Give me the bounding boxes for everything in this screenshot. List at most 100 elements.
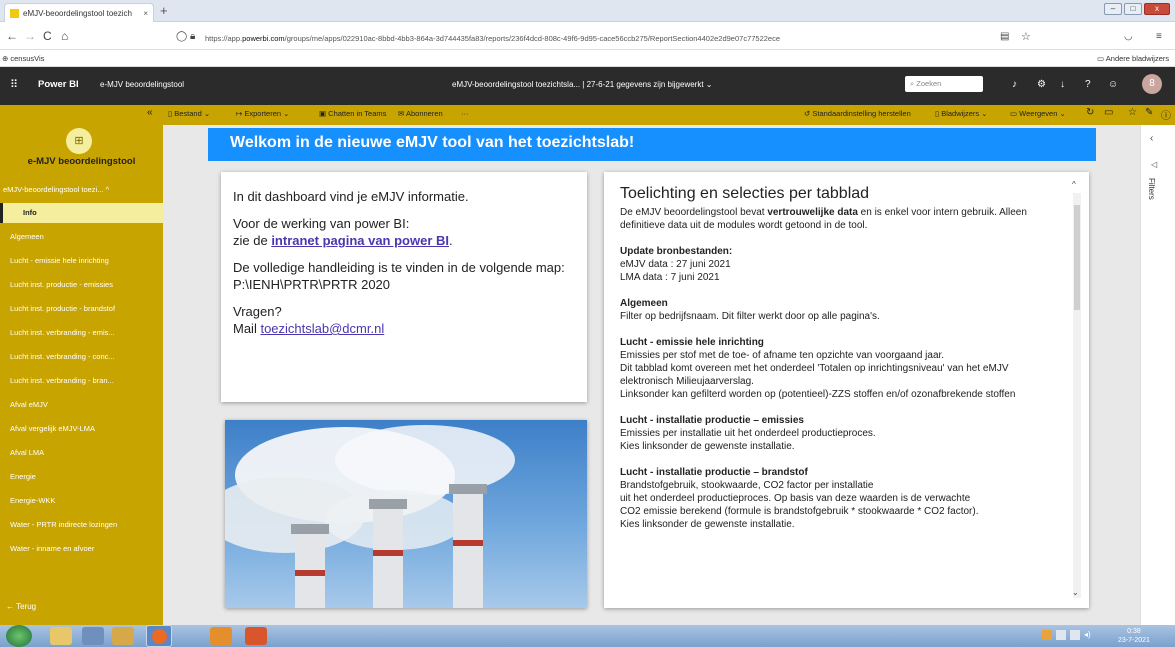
forward-icon[interactable]: → (24, 29, 36, 43)
refresh-icon[interactable]: ↻ (1086, 107, 1094, 118)
reset-default-button[interactable]: ↺ Standaardinstelling herstellen (804, 109, 911, 118)
sidebar-item[interactable]: Lucht inst. productie - emissies (0, 275, 163, 295)
section-title: Lucht - installatie productie – brandsto… (620, 467, 808, 478)
comment-icon[interactable]: ▭ (1104, 107, 1113, 118)
bookmark-item[interactable]: ⊕ censusVis (2, 54, 44, 63)
export-menu[interactable]: ↦ Exporteren ⌄ (236, 109, 289, 118)
reload-icon[interactable]: C (43, 29, 52, 43)
info-manual: De volledige handleiding is te vinden in… (233, 260, 565, 292)
collapse-nav-icon[interactable]: « (147, 107, 153, 118)
settings-gear-icon[interactable]: ⚙ (1037, 79, 1046, 90)
start-button[interactable] (6, 625, 32, 647)
explanation-intro: De eMJV beoordelingstool bevat vertrouwe… (620, 207, 1027, 231)
section-title: Lucht - emissie hele inrichting (620, 337, 764, 348)
sidebar-item[interactable]: Afval vergelijk eMJV-LMA (0, 419, 163, 439)
favorite-star-icon[interactable]: ☆ (1128, 107, 1137, 118)
sidebar-item[interactable]: Water - inname en afvoer (0, 539, 163, 559)
app-launcher-icon[interactable]: ⠿ (10, 78, 18, 91)
maximize-button[interactable]: □ (1124, 3, 1142, 15)
info-card: In dit dashboard vind je eMJV informatie… (221, 172, 587, 402)
sidebar-item[interactable]: Lucht inst. verbranding - conc... (0, 347, 163, 367)
scroll-up-icon[interactable]: ^ (1072, 180, 1076, 189)
feedback-icon[interactable]: ☺ (1108, 79, 1118, 90)
explanation-section: Update bronbestanden: eMJV data : 27 juni… (620, 245, 1061, 284)
volume-icon[interactable]: ◂) (1084, 630, 1091, 639)
scrollbar-thumb[interactable] (1074, 205, 1080, 310)
chat-teams-button[interactable]: ▣ Chatten in Teams (319, 109, 386, 118)
section-line: Linksonder kan gefilterd worden op (pote… (620, 389, 1016, 400)
browser-tab[interactable]: eMJV-beoordelingstool toezich × (4, 3, 154, 22)
sidebar-item[interactable]: Lucht inst. verbranding - bran... (0, 371, 163, 391)
sidebar-item[interactable]: Energie (0, 467, 163, 487)
menu-icon[interactable]: ≡ (1156, 31, 1162, 42)
url-field[interactable]: https://app.powerbi.com/groups/me/apps/0… (205, 34, 780, 43)
home-icon[interactable]: ⌂ (61, 29, 68, 43)
scroll-down-icon[interactable]: ⌄ (1072, 588, 1079, 597)
new-tab-button[interactable]: + (160, 3, 168, 18)
minimize-button[interactable]: – (1104, 3, 1122, 15)
welcome-banner: Welkom in de nieuwe eMJV tool van het to… (208, 128, 1096, 161)
help-icon[interactable]: ? (1085, 79, 1091, 90)
window-close-button[interactable]: x (1144, 3, 1170, 15)
report-title[interactable]: eMJV-beoordelingstool toezichtsla... | 2… (452, 80, 713, 89)
file-menu[interactable]: ▯ Bestand ⌄ (168, 109, 210, 118)
paint-icon[interactable] (112, 627, 134, 645)
filters-label[interactable]: Filters (1147, 178, 1156, 200)
section-header[interactable]: eMJV-beoordelingstool toezi... ^ (0, 180, 163, 200)
sidebar-item[interactable]: Lucht inst. verbranding - emis... (0, 323, 163, 343)
network-icon[interactable] (82, 627, 104, 645)
lock-icon[interactable]: 🔒︎ (190, 31, 195, 42)
edit-pen-icon[interactable]: ✎ (1145, 107, 1153, 118)
industrial-chimneys-image (225, 425, 515, 608)
tab-title: eMJV-beoordelingstool toezich (23, 8, 132, 18)
avatar[interactable]: 8 (1142, 74, 1162, 94)
sidebar-item[interactable]: Energie-WKK (0, 491, 163, 511)
powerpoint-icon[interactable] (245, 627, 267, 645)
section-line: Emissies per installatie uit het onderde… (620, 428, 876, 439)
sidebar-item[interactable]: Lucht inst. productie - brandstof (0, 299, 163, 319)
section-line: Brandstofgebruik, stookwaarde, CO2 facto… (620, 480, 874, 491)
explanation-sections: Update bronbestanden: eMJV data : 27 juni… (620, 245, 1073, 531)
sidebar-item[interactable]: Afval eMJV (0, 395, 163, 415)
powerbi-label[interactable]: Power BI (38, 79, 79, 90)
other-bookmarks[interactable]: ▭ Andere bladwijzers (1097, 54, 1169, 63)
section-line: Emissies per stof met de toe- of afname … (620, 350, 945, 361)
download-icon[interactable]: ↓ (1060, 79, 1065, 90)
bookmarks-menu[interactable]: ▯ Bladwijzers ⌄ (935, 109, 988, 118)
back-button[interactable]: ← Terug (6, 602, 36, 611)
info-icon[interactable]: ⓘ (1161, 107, 1171, 122)
section-title: Algemeen (620, 298, 668, 309)
shield-icon[interactable]: ◯ (176, 31, 187, 42)
search-input[interactable]: ⌕ Zoeken (905, 76, 983, 92)
section-line: Dit tabblad komt overeen met het onderde… (620, 363, 1009, 387)
notifications-icon[interactable]: ♪ (1012, 79, 1017, 90)
tray-app-icon[interactable] (1042, 630, 1052, 640)
view-menu[interactable]: ▭ Weergeven ⌄ (1010, 109, 1066, 118)
sidebar-item[interactable]: Algemeen (0, 227, 163, 247)
intranet-link[interactable]: intranet pagina van power BI (271, 233, 449, 248)
app-name[interactable]: e-MJV beoordelingstool (100, 80, 184, 89)
expand-filters-icon[interactable]: ‹ (1150, 133, 1153, 144)
reader-view-icon[interactable]: ▤ (1000, 31, 1009, 42)
tray-network-icon[interactable] (1056, 630, 1066, 640)
section-line: Kies linksonder de gewenste installatie. (620, 519, 795, 530)
chimneys-photo (225, 420, 587, 608)
system-clock[interactable]: 0:38 23-7-2021 (1118, 627, 1150, 645)
sidebar-item[interactable]: Info (0, 203, 163, 223)
more-options-button[interactable]: ··· (461, 109, 469, 118)
mail-link[interactable]: toezichtslab@dcmr.nl (260, 321, 384, 336)
explanation-card[interactable]: Toelichting en selecties per tabblad De … (604, 172, 1089, 608)
outlook-icon[interactable] (210, 627, 232, 645)
explorer-icon[interactable] (50, 627, 72, 645)
sidebar-item[interactable]: Lucht - emissie hele inrichting (0, 251, 163, 271)
tray-battery-icon[interactable] (1070, 630, 1080, 640)
subscribe-button[interactable]: ✉ Abonneren (398, 109, 443, 118)
back-icon[interactable]: ← (6, 29, 18, 43)
chevron-down-icon: ⌄ (705, 80, 713, 89)
firefox-icon[interactable] (146, 625, 172, 647)
tab-close-icon[interactable]: × (143, 9, 148, 18)
star-icon[interactable]: ☆ (1021, 30, 1031, 43)
sidebar-item[interactable]: Afval LMA (0, 443, 163, 463)
pocket-icon[interactable]: ◡ (1124, 31, 1133, 42)
sidebar-item[interactable]: Water - PRTR indirecte lozingen (0, 515, 163, 535)
